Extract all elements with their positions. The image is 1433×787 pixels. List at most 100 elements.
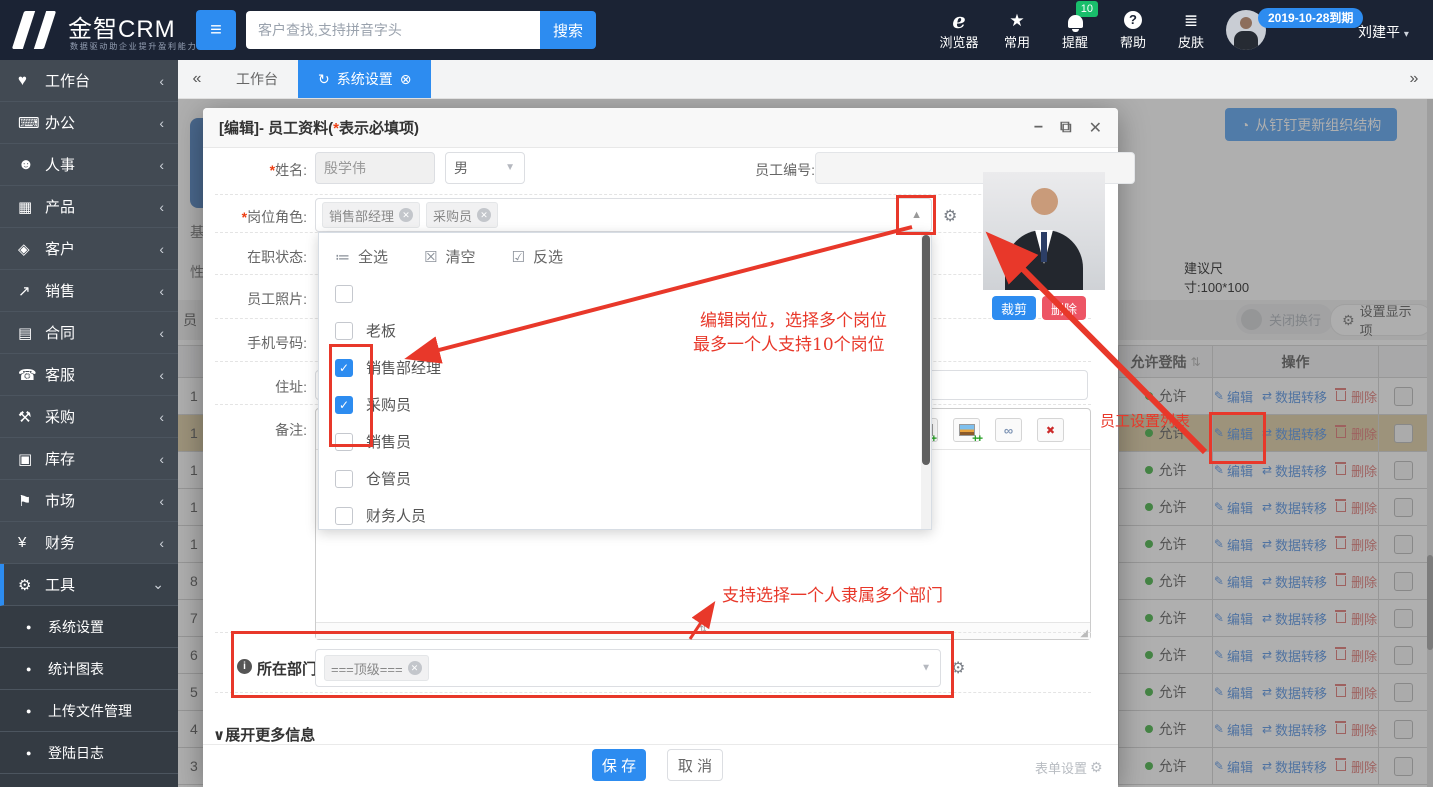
crop-photo-button[interactable]: 裁剪 xyxy=(992,296,1036,320)
sidebar-item[interactable]: ⚒ 采购 ‹ xyxy=(0,396,178,438)
sidebar-item-icon: ☎ xyxy=(18,366,37,384)
fullscreen-editor-icon[interactable]: ✖ xyxy=(1037,418,1064,442)
option-checkbox[interactable] xyxy=(335,321,353,340)
sidebar-item[interactable]: ▤ 合同 ‹ xyxy=(0,312,178,354)
dropdown-scrollbar-thumb[interactable] xyxy=(922,235,930,465)
address-label: 住址: xyxy=(275,379,307,395)
dropdown-options: 老板 销售部经理 采购员 销售员 仓管员 财务人员 xyxy=(319,275,931,534)
gender-select[interactable]: 男 ▼ xyxy=(445,152,525,184)
sidebar-item[interactable]: ☎ 客服 ‹ xyxy=(0,354,178,396)
sidebar-item[interactable]: ♥ 工作台 ‹ xyxy=(0,60,178,102)
sidebar-item-icon: ⚑ xyxy=(18,492,32,510)
brand-title: 金智CRM xyxy=(68,16,176,43)
remove-tag-icon[interactable]: ✕ xyxy=(407,661,422,675)
maximize-icon[interactable]: ⧉ xyxy=(1060,119,1071,137)
option-checkbox[interactable] xyxy=(335,469,353,488)
dropdown-actions: ≔ 全选 ☒ 清空 ☑ 反选 xyxy=(319,233,931,275)
refresh-icon[interactable]: ↻ xyxy=(318,71,330,88)
form-settings-link[interactable]: 表单设置 ⚙ xyxy=(1035,758,1103,777)
sidebar-submenu: ● 系统设置 ● 统计图表 ● 上传文件管理 ● 登陆日志 ● 数据日志 xyxy=(0,606,178,787)
nav-icon: e xyxy=(952,7,966,33)
sidebar-item[interactable]: ¥ 财务 ‹ xyxy=(0,522,178,564)
sidebar-item[interactable]: ⚙ 工具 ⌄ xyxy=(0,564,178,606)
dropdown-option[interactable]: 采购员 xyxy=(319,386,931,423)
name-field[interactable]: 殷学伟 xyxy=(315,152,435,184)
header-nav-item[interactable]: e 浏览器 xyxy=(930,0,988,60)
option-checkbox[interactable] xyxy=(335,358,353,377)
tabs-collapse-button[interactable]: « xyxy=(178,60,216,98)
resize-corner-icon[interactable]: ◢ xyxy=(1080,628,1088,639)
dropdown-option[interactable] xyxy=(319,275,931,312)
dropdown-option[interactable]: 销售部经理 xyxy=(319,349,931,386)
sidebar-item[interactable]: ▦ 产品 ‹ xyxy=(0,186,178,228)
option-checkbox[interactable] xyxy=(335,395,353,414)
option-checkbox[interactable] xyxy=(335,506,353,525)
sidebar-item[interactable]: ▣ 库存 ‹ xyxy=(0,438,178,480)
editor-resize-bar[interactable]: ⇅ ◢ xyxy=(316,622,1090,639)
dropdown-action[interactable]: ☑ 反选 xyxy=(511,246,562,267)
dropdown-option[interactable]: 销售员 xyxy=(319,423,931,460)
header-nav-item[interactable]: 10 提醒 xyxy=(1046,0,1104,60)
sidebar-item[interactable]: ◈ 客户 ‹ xyxy=(0,228,178,270)
insert-link-icon[interactable]: ∞ xyxy=(995,418,1022,442)
remove-tag-icon[interactable]: ✕ xyxy=(477,208,492,222)
dropdown-option[interactable]: 财务人员 xyxy=(319,497,931,534)
dropdown-action[interactable]: ≔ 全选 xyxy=(335,246,388,267)
menu-toggle-button[interactable]: ≡ xyxy=(196,10,236,50)
sidebar-subitem[interactable]: ● 统计图表 xyxy=(0,648,178,690)
option-checkbox[interactable] xyxy=(335,284,353,303)
bullet-icon: ● xyxy=(26,705,32,716)
delete-photo-button[interactable]: 删除 xyxy=(1042,296,1086,320)
action-icon: ☑ xyxy=(511,248,525,266)
dropdown-option[interactable]: 老板 xyxy=(319,312,931,349)
sidebar-item[interactable]: ↗ 销售 ‹ xyxy=(0,270,178,312)
gear-icon: ⚙ xyxy=(1090,759,1103,775)
sidebar-item-icon: ☻ xyxy=(18,156,34,173)
sidebar-item[interactable]: ⌨ 办公 ‹ xyxy=(0,102,178,144)
sidebar-subitem[interactable]: ● 系统设置 xyxy=(0,606,178,648)
header-nav-item[interactable]: ? 帮助 xyxy=(1104,0,1162,60)
caret-up-icon[interactable]: ▲ xyxy=(911,209,922,221)
sidebar-subitem[interactable]: ● 登陆日志 xyxy=(0,732,178,774)
chevron-icon: ‹ xyxy=(159,324,164,341)
header-nav-item[interactable]: ≣ 皮肤 xyxy=(1162,0,1220,60)
chevron-icon: ‹ xyxy=(159,198,164,215)
sidebar-item-icon: ◈ xyxy=(18,240,30,258)
save-button[interactable]: 保 存 xyxy=(592,749,646,781)
sidebar-subitem[interactable]: ● 上传文件管理 xyxy=(0,690,178,732)
dropdown-action[interactable]: ☒ 清空 xyxy=(424,246,475,267)
sidebar-subitem[interactable]: ● 数据日志 xyxy=(0,774,178,787)
department-select[interactable]: ===顶级=== ✕ ▼ xyxy=(315,649,941,687)
sidebar-item[interactable]: ☻ 人事 ‹ xyxy=(0,144,178,186)
sidebar-item[interactable]: ⚑ 市场 ‹ xyxy=(0,480,178,522)
sidebar-item-icon: ⌨ xyxy=(18,114,40,132)
role-multiselect[interactable]: 销售部经理 ✕ 采购员 ✕ ▲ xyxy=(315,198,932,232)
close-tab-icon[interactable]: ⊗ xyxy=(400,71,412,88)
minimize-icon[interactable]: − xyxy=(1034,119,1043,137)
brand-tagline: 数据驱动助企业提升盈利能力 xyxy=(70,42,198,51)
caret-down-icon: ▼ xyxy=(921,662,931,674)
role-tag: 采购员 ✕ xyxy=(426,202,499,228)
chevron-down-icon: ∨ xyxy=(213,727,226,744)
expand-more-link[interactable]: ∨展开更多信息 xyxy=(213,724,315,745)
drag-handle-icon[interactable]: ⇅ xyxy=(699,624,707,635)
dropdown-scrollbar[interactable] xyxy=(921,233,931,529)
header-nav-item[interactable]: ★ 常用 xyxy=(988,0,1046,60)
dropdown-option[interactable]: 仓管员 xyxy=(319,460,931,497)
search-button[interactable]: 搜索 xyxy=(540,11,596,49)
search-input[interactable] xyxy=(246,11,540,49)
role-settings-gear-icon[interactable]: ⚙ xyxy=(943,206,957,226)
option-checkbox[interactable] xyxy=(335,432,353,451)
cancel-button[interactable]: 取 消 xyxy=(667,749,723,781)
chevron-down-icon: ▾ xyxy=(1403,29,1409,40)
tab-workbench[interactable]: 工作台 xyxy=(216,60,298,98)
tabs-expand-button[interactable]: » xyxy=(1395,60,1433,98)
close-icon[interactable]: ✕ xyxy=(1089,118,1102,138)
remove-tag-icon[interactable]: ✕ xyxy=(399,208,414,222)
caret-down-icon: ▼ xyxy=(505,162,515,173)
username-menu[interactable]: 刘建平 ▾ xyxy=(1358,22,1409,42)
photo-size-hint: 建议尺寸:100*100 xyxy=(1184,261,1250,295)
department-settings-gear-icon[interactable]: ⚙ xyxy=(951,658,965,678)
tab-system-settings[interactable]: ↻ 系统设置 ⊗ xyxy=(298,60,432,98)
insert-multiple-images-icon[interactable] xyxy=(953,418,981,445)
